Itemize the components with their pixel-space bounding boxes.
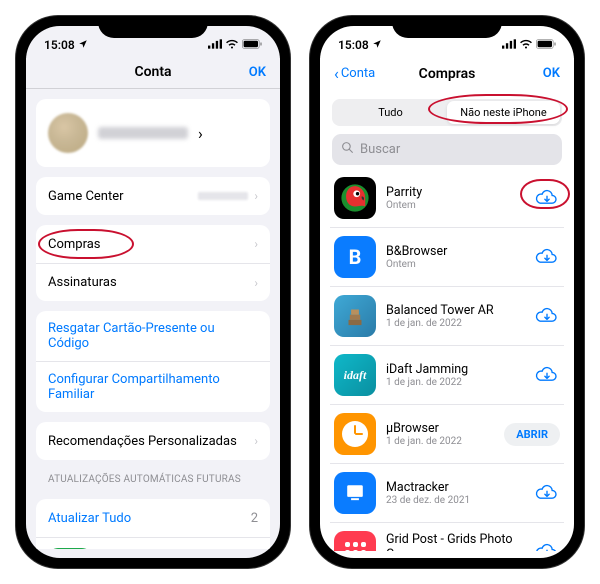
seg-nao-neste-iphone[interactable]: Não neste iPhone [447, 101, 560, 124]
compart-row[interactable]: Configurar Compartilhamento Familiar [36, 361, 270, 412]
app-name: µBrowser [386, 421, 494, 436]
row-label: Resgatar Cartão-Presente ou Código [48, 321, 258, 351]
status-time: 15:08 [338, 38, 369, 52]
app-date: 1 de jan. de 2022 [386, 436, 494, 447]
app-name: Grid Post - Grids Photo Crop [386, 532, 524, 552]
profile-card[interactable]: › [36, 99, 270, 167]
cloud-download-button[interactable] [534, 480, 560, 506]
row-label: Recomendações Personalizadas [48, 434, 237, 449]
chevron-right-icon: › [254, 189, 258, 203]
search-icon [341, 141, 354, 158]
game-center-row[interactable]: Game Center › [36, 177, 270, 215]
phone-right: 15:08 ‹ Conta Co [310, 16, 584, 568]
chevron-right-icon: › [254, 237, 258, 251]
row-label: Game Center [48, 189, 124, 204]
row-label: Assinaturas [48, 275, 117, 290]
app-date: Ontem [386, 200, 524, 211]
app-icon: B [334, 236, 376, 278]
app-date: Ontem [386, 259, 524, 270]
cloud-download-button[interactable] [534, 185, 560, 211]
app-row-mactracker[interactable]: Mactracker 23 de dez. de 2021 [330, 464, 564, 523]
chevron-right-icon: › [254, 434, 258, 448]
ok-button[interactable]: OK [500, 66, 560, 81]
app-icon [334, 177, 376, 219]
segmented-control[interactable]: Tudo Não neste iPhone [332, 99, 562, 126]
app-icon [334, 295, 376, 337]
nav-title: Conta [134, 64, 171, 80]
assinaturas-row[interactable]: Assinaturas › [36, 263, 270, 301]
chevron-right-icon: › [198, 124, 203, 143]
screen-compras: 15:08 ‹ Conta Co [320, 26, 574, 558]
avatar [48, 113, 88, 153]
app-row-balanced[interactable]: Balanced Tower AR 1 de jan. de 2022 [330, 287, 564, 346]
battery-icon [242, 38, 262, 52]
phone-left: 15:08 Conta OK [16, 16, 290, 568]
app-list: Parrity Ontem B B&Browser Ontem [330, 169, 564, 551]
row-label: Compras [48, 237, 101, 252]
app-row-bbrowser[interactable]: B B&Browser Ontem [330, 228, 564, 287]
screen-account: 15:08 Conta OK [26, 26, 280, 558]
app-row-gridpost[interactable]: Grid Post - Grids Photo Crop 9 de dez. d… [330, 523, 564, 551]
app-name: Parrity [386, 185, 524, 200]
app-icon [334, 531, 376, 551]
atualizar-tudo-row[interactable]: Atualizar Tudo 2 [36, 499, 270, 537]
app-icon [334, 472, 376, 514]
row-label: Configurar Compartilhamento Familiar [48, 372, 258, 402]
app-name: B&Browser [386, 244, 524, 259]
back-label: Conta [341, 66, 375, 81]
izy-update-row[interactable]: iy intelbras Izy Smart Versão 1.1.5 ATUA… [36, 537, 270, 549]
app-row-ubrowser[interactable]: µBrowser 1 de jan. de 2022 ABRIR [330, 405, 564, 464]
recom-row[interactable]: Recomendações Personalizadas › [36, 422, 270, 460]
app-date: 1 de jan. de 2022 [386, 318, 524, 329]
cloud-download-button[interactable] [534, 362, 560, 388]
app-name: Balanced Tower AR [386, 303, 524, 318]
wifi-icon [519, 38, 533, 52]
compras-row[interactable]: Compras › [36, 225, 270, 263]
app-row-idaft[interactable]: idaft iDaft Jamming 1 de jan. de 2022 [330, 346, 564, 405]
notch [392, 16, 502, 38]
app-date: 1 de jan. de 2022 [386, 377, 524, 388]
izy-app-icon: iy intelbras [48, 548, 92, 549]
chevron-left-icon: ‹ [334, 64, 339, 83]
gamecenter-value-blurred [198, 192, 248, 200]
open-button[interactable]: ABRIR [504, 423, 560, 446]
search-placeholder: Buscar [360, 142, 400, 157]
ok-button[interactable]: OK [206, 65, 266, 80]
back-button[interactable]: ‹ Conta [334, 64, 394, 83]
app-row-parrity[interactable]: Parrity Ontem [330, 169, 564, 228]
cloud-download-button[interactable] [534, 303, 560, 329]
notch [98, 16, 208, 38]
content-area: Tudo Não neste iPhone Buscar [320, 91, 574, 551]
battery-icon [536, 38, 556, 52]
cloud-download-button[interactable] [534, 244, 560, 270]
seg-tudo[interactable]: Tudo [334, 101, 447, 124]
resgatar-row[interactable]: Resgatar Cartão-Presente ou Código [36, 311, 270, 361]
nav-bar: Conta OK [26, 58, 280, 89]
nav-title: Compras [419, 66, 476, 82]
content-area: › Game Center › Compras › Assinaturas › [26, 89, 280, 549]
signal-icon [502, 38, 516, 52]
search-input[interactable]: Buscar [332, 134, 562, 165]
app-name: Mactracker [386, 480, 524, 495]
signal-icon [208, 38, 222, 52]
profile-name-blurred [98, 127, 188, 139]
updates-count: 2 [251, 511, 258, 526]
wifi-icon [225, 38, 239, 52]
status-time: 15:08 [44, 38, 75, 52]
app-icon [334, 413, 376, 455]
location-icon [78, 38, 88, 52]
app-name: iDaft Jamming [386, 362, 524, 377]
location-icon [372, 38, 382, 52]
cloud-download-button[interactable] [534, 539, 560, 551]
app-date: 23 de dez. de 2021 [386, 495, 524, 506]
row-label: Atualizar Tudo [48, 511, 131, 526]
chevron-right-icon: › [254, 276, 258, 290]
app-icon: idaft [334, 354, 376, 396]
nav-bar: ‹ Conta Compras OK [320, 58, 574, 91]
updates-section-header: ATUALIZAÇÕES AUTOMÁTICAS FUTURAS [36, 460, 270, 489]
